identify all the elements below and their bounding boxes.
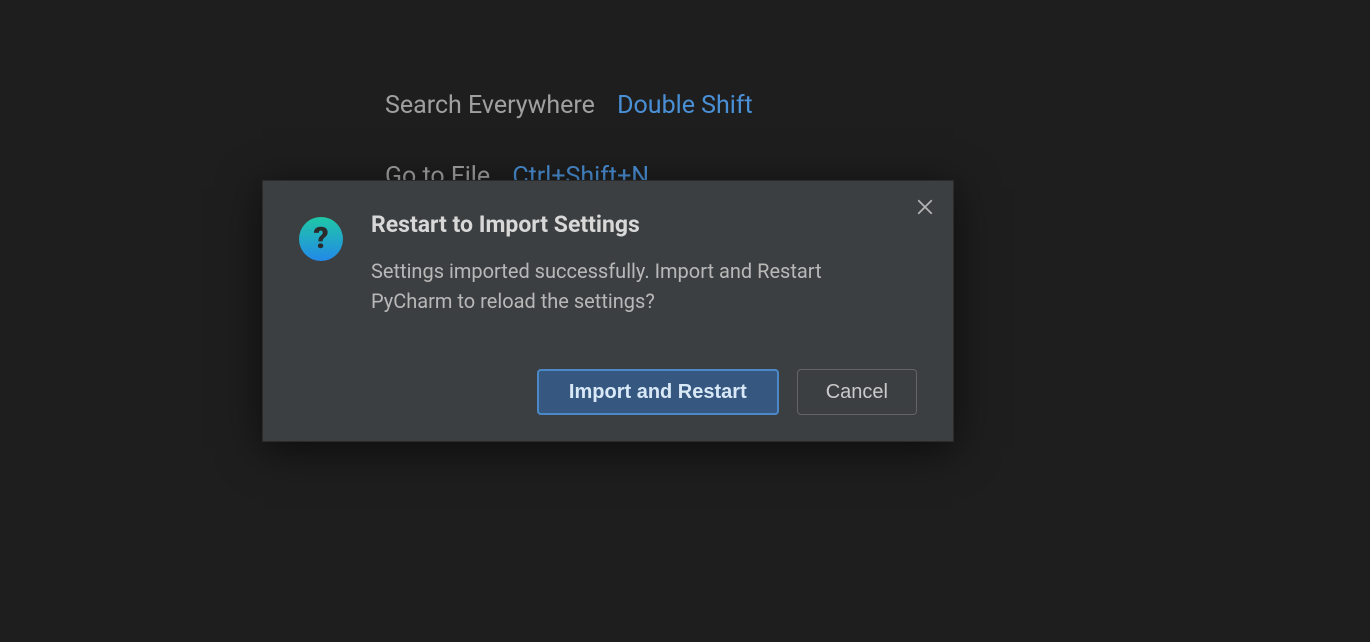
question-glyph: ?	[313, 224, 328, 254]
cancel-button[interactable]: Cancel	[797, 369, 917, 415]
hint-search-everywhere: Search Everywhere Double Shift	[385, 88, 753, 123]
close-icon	[916, 198, 934, 216]
hint-shortcut: Double Shift	[617, 91, 753, 120]
restart-import-settings-dialog: ? Restart to Import Settings Settings im…	[262, 180, 954, 442]
close-button[interactable]	[911, 193, 939, 221]
import-and-restart-button[interactable]: Import and Restart	[537, 369, 779, 415]
question-icon: ?	[299, 217, 343, 261]
dialog-content: Restart to Import Settings Settings impo…	[371, 211, 921, 316]
hint-label: Search Everywhere	[385, 91, 595, 120]
dialog-title: Restart to Import Settings	[371, 211, 921, 238]
dialog-buttons: Import and Restart Cancel	[537, 369, 917, 415]
dialog-body: ? Restart to Import Settings Settings im…	[263, 181, 953, 316]
dialog-message: Settings imported successfully. Import a…	[371, 256, 825, 316]
